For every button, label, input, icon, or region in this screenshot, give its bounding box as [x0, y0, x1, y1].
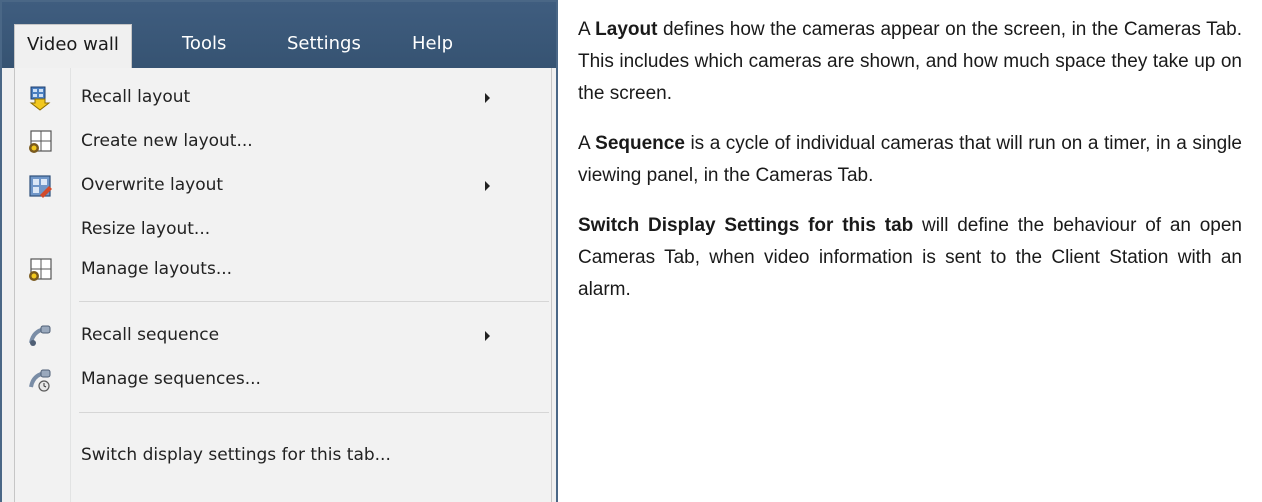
menu-separator — [79, 301, 549, 302]
menu-item-recall-layout[interactable]: Recall layout — [15, 76, 551, 120]
menu-bar: Video wall Tools Settings Help — [2, 2, 556, 68]
manage-sequences-icon — [27, 367, 53, 393]
switch-display-paragraph: Switch Display Settings for this tab wil… — [578, 215, 1242, 300]
menu-item-label: Switch display settings for this tab... — [81, 445, 391, 465]
submenu-arrow-icon — [485, 331, 490, 341]
submenu-arrow-icon — [485, 93, 490, 103]
menubar-video-wall[interactable]: Video wall — [14, 24, 132, 68]
layout-term: Layout — [595, 19, 658, 40]
sequence-term: Sequence — [595, 133, 685, 154]
video-wall-dropdown: Recall layout Create new layout... Overw… — [14, 68, 552, 502]
menu-item-overwrite-layout[interactable]: Overwrite layout — [15, 164, 551, 208]
recall-layout-icon — [27, 85, 53, 111]
menu-item-label: Resize layout... — [81, 219, 211, 239]
overwrite-layout-icon — [27, 173, 53, 199]
manage-layouts-icon — [27, 257, 53, 283]
menu-item-recall-sequence[interactable]: Recall sequence — [15, 314, 551, 358]
menu-item-manage-layouts[interactable]: Manage layouts... — [15, 248, 551, 292]
menu-item-label: Overwrite layout — [81, 175, 224, 195]
sequence-paragraph: A Sequence is a cycle of individual came… — [578, 133, 1242, 186]
description-text: A Layout defines how the cameras appear … — [578, 14, 1242, 324]
menu-item-switch-display-settings[interactable]: Switch display settings for this tab... — [15, 434, 551, 478]
menubar-settings[interactable]: Settings — [287, 33, 361, 55]
menu-separator — [79, 412, 549, 413]
menu-item-label: Manage layouts... — [81, 259, 233, 279]
menubar-tools[interactable]: Tools — [182, 33, 226, 55]
menubar-help[interactable]: Help — [412, 33, 453, 55]
switch-display-term: Switch Display Settings for this tab — [578, 215, 914, 236]
menu-item-label: Manage sequences... — [81, 369, 261, 389]
submenu-arrow-icon — [485, 181, 490, 191]
layout-paragraph: A Layout defines how the cameras appear … — [578, 19, 1242, 104]
recall-sequence-icon — [27, 323, 53, 349]
menu-item-label: Recall sequence — [81, 325, 220, 345]
menu-item-label: Recall layout — [81, 87, 191, 107]
create-layout-icon — [27, 129, 53, 155]
menu-item-label: Create new layout... — [81, 131, 253, 151]
menu-screenshot: Video wall Tools Settings Help Recall la… — [0, 0, 558, 502]
menu-item-resize-layout[interactable]: Resize layout... — [15, 208, 551, 252]
menu-item-create-new-layout[interactable]: Create new layout... — [15, 120, 551, 164]
menu-item-manage-sequences[interactable]: Manage sequences... — [15, 358, 551, 402]
